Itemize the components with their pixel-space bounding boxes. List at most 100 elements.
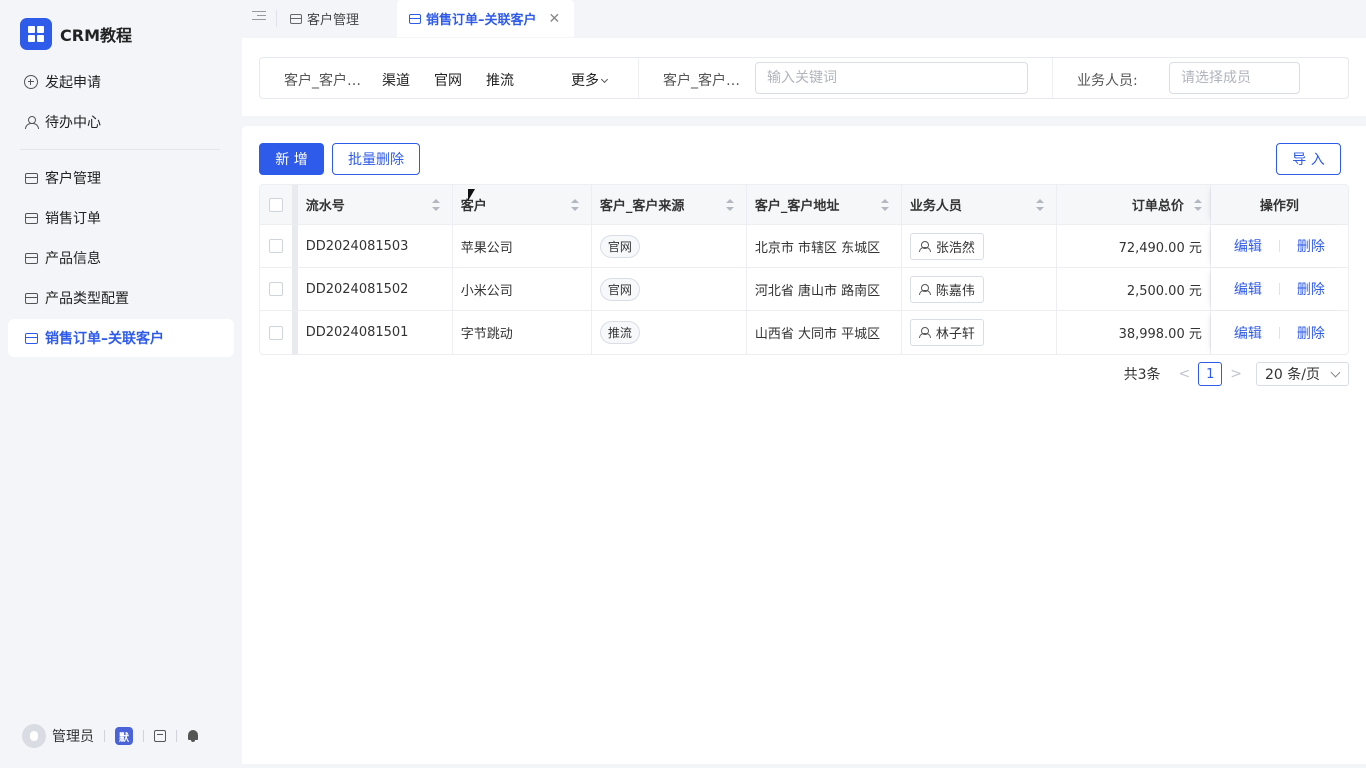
card-icon bbox=[24, 251, 38, 265]
page-size-select[interactable]: 20 条/页 bbox=[1256, 362, 1349, 386]
salesperson-name: 林子轩 bbox=[935, 327, 975, 342]
prev-page-icon[interactable]: < bbox=[1179, 366, 1191, 382]
tab-label: 客户管理 bbox=[307, 13, 360, 28]
delete-link[interactable]: 删除 bbox=[1297, 323, 1325, 343]
delete-link[interactable]: 删除 bbox=[1297, 279, 1325, 299]
divider bbox=[143, 730, 144, 742]
brand: CRM教程 bbox=[20, 18, 132, 50]
delete-link[interactable]: 删除 bbox=[1297, 236, 1325, 256]
row-select-cell bbox=[260, 225, 292, 267]
filter-more-label: 更多 bbox=[571, 73, 599, 89]
select-all-checkbox[interactable] bbox=[268, 197, 283, 212]
column-header-serial[interactable]: 流水号 bbox=[298, 185, 453, 224]
divider bbox=[104, 730, 105, 742]
sidebar-item-customers[interactable]: 客户管理 bbox=[8, 159, 234, 197]
select-all-cell bbox=[260, 185, 292, 224]
sidebar-footer: 管理员 默 bbox=[22, 724, 222, 748]
sidebar-item-product-types[interactable]: 产品类型配置 bbox=[8, 279, 234, 317]
app-logo-icon bbox=[20, 18, 52, 50]
sidebar-item-label: 客户管理 bbox=[45, 171, 101, 187]
import-button[interactable]: 导 入 bbox=[1276, 143, 1341, 175]
sidebar-item-products[interactable]: 产品信息 bbox=[8, 239, 234, 277]
column-title: 操作列 bbox=[1259, 199, 1299, 214]
row-checkbox[interactable] bbox=[268, 239, 283, 253]
sort-icon[interactable] bbox=[570, 199, 579, 211]
column-title: 订单总价 bbox=[1131, 199, 1184, 214]
row-checkbox[interactable] bbox=[268, 325, 283, 340]
user-name[interactable]: 管理员 bbox=[52, 726, 94, 746]
document-icon[interactable] bbox=[154, 730, 166, 742]
cell-serial: DD2024081502 bbox=[298, 268, 453, 310]
edit-link[interactable]: 编辑 bbox=[1234, 279, 1262, 299]
salesperson-name: 张浩然 bbox=[935, 240, 975, 256]
row-checkbox[interactable] bbox=[268, 282, 283, 296]
tab-label: 销售订单–关联客户 bbox=[426, 13, 537, 28]
edit-link[interactable]: 编辑 bbox=[1234, 323, 1262, 343]
row-select-cell bbox=[260, 268, 292, 310]
cell-customer: 苹果公司 bbox=[453, 225, 592, 267]
sort-icon[interactable] bbox=[725, 199, 734, 211]
sidebar-item-sales-orders[interactable]: 销售订单 bbox=[8, 199, 234, 237]
cell-customer: 字节跳动 bbox=[453, 311, 592, 354]
sort-icon[interactable] bbox=[431, 199, 440, 211]
user-icon bbox=[918, 283, 931, 295]
cell-actions: 编辑 删除 bbox=[1211, 311, 1348, 354]
next-page-icon[interactable]: > bbox=[1230, 366, 1242, 382]
filter-sales-label: 业务人员: bbox=[1077, 73, 1138, 89]
cell-salesperson: 陈嘉伟 bbox=[902, 268, 1057, 310]
tab-orders-customers[interactable]: 销售订单–关联客户 ✕ bbox=[397, 0, 574, 37]
salesperson-tag: 林子轩 bbox=[909, 319, 984, 346]
page-size-value: 20 条/页 bbox=[1265, 367, 1320, 383]
column-header-source[interactable]: 客户_客户来源 bbox=[592, 185, 747, 224]
edit-link[interactable]: 编辑 bbox=[1234, 236, 1262, 256]
avatar[interactable] bbox=[22, 724, 46, 748]
filter-option-stream[interactable]: 推流 bbox=[486, 70, 514, 90]
divider bbox=[276, 10, 277, 27]
table-row[interactable]: DD2024081502 小米公司 官网 河北省 唐山市 路南区 陈嘉伟 2,5… bbox=[260, 268, 1348, 311]
tab-customers[interactable]: 客户管理 bbox=[278, 0, 371, 37]
sidebar-item-label: 发起申请 bbox=[45, 75, 101, 91]
sidebar-item-orders-customers[interactable]: 销售订单–关联客户 bbox=[8, 319, 234, 357]
column-header-address[interactable]: 客户_客户地址 bbox=[747, 185, 902, 224]
table-row[interactable]: DD2024081503 苹果公司 官网 北京市 市辖区 东城区 张浩然 72,… bbox=[260, 225, 1348, 268]
app-title: CRM教程 bbox=[60, 26, 132, 45]
collapse-sidebar-icon[interactable] bbox=[252, 10, 266, 22]
column-title: 业务人员 bbox=[909, 199, 962, 214]
add-button[interactable]: 新 增 bbox=[259, 143, 324, 175]
column-title: 客户_客户来源 bbox=[599, 199, 685, 214]
divider bbox=[176, 730, 177, 742]
filter-option-channel[interactable]: 渠道 bbox=[382, 70, 410, 90]
card-icon bbox=[24, 331, 38, 345]
language-badge[interactable]: 默 bbox=[115, 727, 133, 745]
source-tag: 官网 bbox=[599, 234, 640, 258]
cell-serial: DD2024081503 bbox=[298, 225, 453, 267]
bell-icon[interactable] bbox=[187, 730, 199, 742]
chevron-down-icon bbox=[600, 75, 609, 84]
batch-delete-button[interactable]: 批量删除 bbox=[332, 143, 420, 175]
cell-source: 推流 bbox=[592, 311, 747, 354]
filter-box: 客户_客户… 渠道 官网 推流 更多 客户_客户… 业务人员: bbox=[259, 57, 1349, 99]
close-icon[interactable]: ✕ bbox=[549, 11, 561, 27]
filter-more-button[interactable]: 更多 bbox=[571, 70, 609, 90]
column-title: 客户_客户地址 bbox=[754, 199, 840, 214]
user-icon bbox=[918, 240, 931, 252]
cell-address: 山西省 大同市 平城区 bbox=[747, 311, 902, 354]
sort-icon[interactable] bbox=[880, 199, 889, 211]
cell-serial: DD2024081501 bbox=[298, 311, 453, 354]
filter-option-website[interactable]: 官网 bbox=[434, 70, 462, 90]
cell-total: 72,490.00 元 bbox=[1057, 225, 1211, 267]
sales-member-select[interactable] bbox=[1169, 62, 1300, 94]
sort-icon[interactable] bbox=[1035, 199, 1044, 211]
cell-address: 北京市 市辖区 东城区 bbox=[747, 225, 902, 267]
sidebar-item-apply[interactable]: 发起申请 bbox=[8, 63, 234, 101]
sidebar-item-todo[interactable]: 待办中心 bbox=[8, 103, 234, 141]
page-number-current[interactable]: 1 bbox=[1198, 362, 1223, 386]
card-icon bbox=[409, 13, 421, 24]
sort-icon[interactable] bbox=[1193, 199, 1202, 211]
keyword-search-input[interactable] bbox=[755, 62, 1028, 94]
table-row[interactable]: DD2024081501 字节跳动 推流 山西省 大同市 平城区 林子轩 38,… bbox=[260, 311, 1348, 354]
column-header-total[interactable]: 订单总价 bbox=[1057, 185, 1211, 224]
sidebar-divider bbox=[20, 149, 220, 150]
column-header-salesperson[interactable]: 业务人员 bbox=[902, 185, 1057, 224]
filter-keyword-label: 客户_客户… bbox=[663, 73, 740, 89]
